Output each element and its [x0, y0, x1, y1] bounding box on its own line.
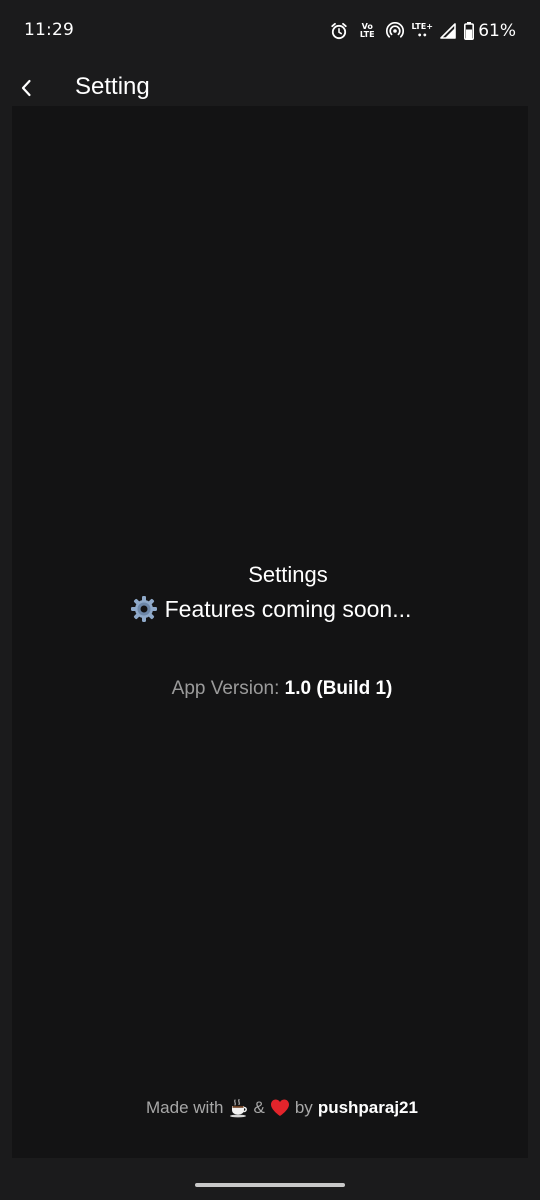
coming-soon-text: Features coming soon... [164, 595, 412, 622]
page-title: Setting [75, 73, 150, 100]
settings-heading: Settings [248, 562, 328, 587]
ampersand-text: & [253, 1098, 265, 1117]
heart-icon [270, 1098, 290, 1118]
coffee-icon [229, 1098, 249, 1118]
status-bar: 11:29 Vo LTE LTE+ •• 61% [0, 0, 540, 60]
gesture-handle[interactable] [195, 1183, 345, 1187]
battery-percent: 61% [478, 21, 516, 41]
lte-plus-icon: LTE+ •• [411, 22, 433, 40]
signal-icon [440, 23, 457, 39]
status-time: 11:29 [24, 20, 74, 40]
volte-bottom-label: LTE [359, 30, 375, 39]
gear-icon [129, 594, 159, 624]
battery-icon [464, 22, 475, 40]
by-text: by [294, 1098, 313, 1117]
chevron-left-icon [21, 79, 31, 97]
screen: 11:29 Vo LTE LTE+ •• 61% Setting Setting… [0, 0, 540, 1200]
app-version: App Version: 1.0 (Build 1) [12, 678, 540, 700]
status-icons: Vo LTE LTE+ •• 61% [330, 19, 516, 43]
version-value: 1.0 (Build 1) [284, 678, 393, 699]
volte-icon: Vo LTE [356, 23, 378, 39]
lte-label: LTE+ [411, 22, 433, 31]
version-label: App Version: [171, 678, 280, 699]
made-with-text: Made with [146, 1098, 224, 1117]
settings-content: Settings Features coming soon... App Ver… [12, 106, 528, 1158]
coming-soon-message: Features coming soon... [12, 594, 528, 624]
author-name: pushparaj21 [317, 1098, 418, 1117]
alarm-icon [330, 22, 348, 40]
back-button[interactable] [12, 72, 40, 104]
footer-credit: Made with & by pushparaj21 [12, 1098, 540, 1118]
hotspot-icon [386, 22, 405, 40]
